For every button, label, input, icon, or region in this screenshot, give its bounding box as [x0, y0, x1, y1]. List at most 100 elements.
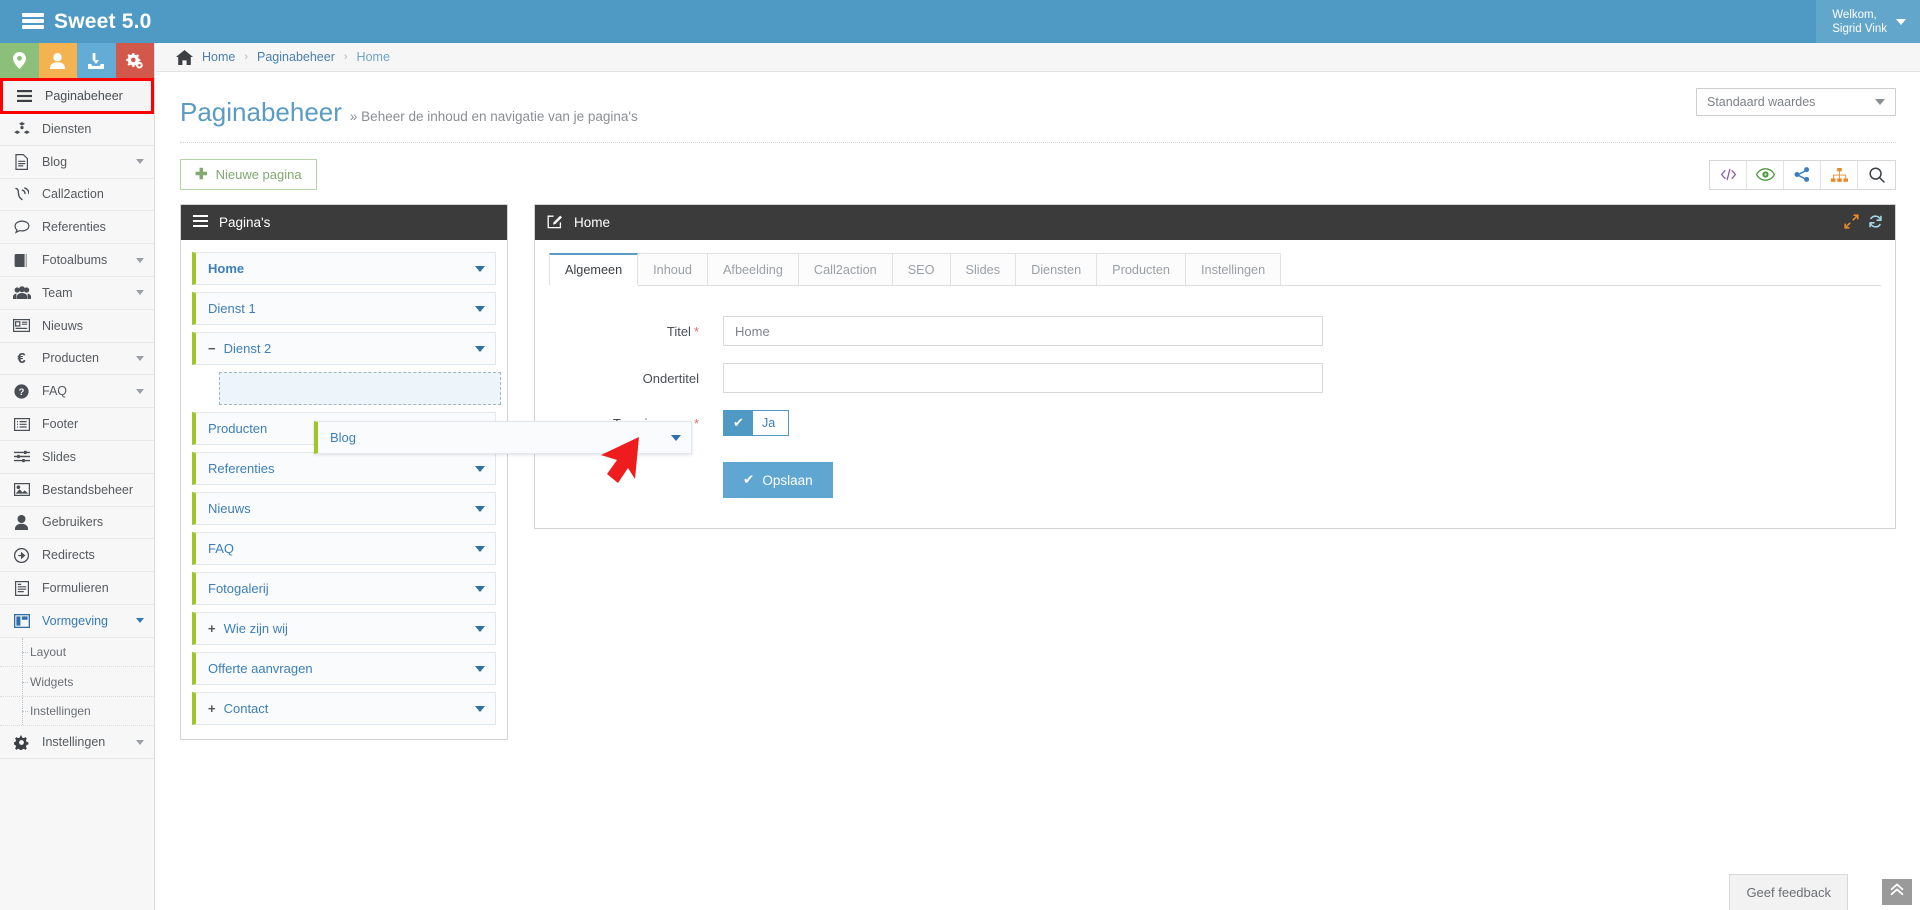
tab-afbeelding[interactable]: Afbeelding — [706, 253, 799, 285]
scroll-to-top-button[interactable] — [1882, 879, 1912, 905]
sidebar-subitem-layout[interactable]: Layout — [0, 637, 154, 668]
sidebar-item-redirects[interactable]: Redirects — [0, 539, 154, 573]
sidebar-item-gebruikers[interactable]: Gebruikers — [0, 506, 154, 540]
sidebar-item-vormgeving[interactable]: Vormgeving — [0, 604, 154, 638]
sidebar-item-fotoalbums[interactable]: Fotoalbums — [0, 244, 154, 277]
ondertitel-input[interactable] — [723, 363, 1323, 393]
plus-icon: ✚ — [195, 166, 208, 183]
image-icon — [12, 483, 31, 497]
toon-in-menu-value: Ja — [762, 416, 776, 430]
sidebar-item-footer[interactable]: Footer — [0, 408, 154, 441]
download-inbox-icon[interactable] — [77, 43, 116, 78]
caret-down-icon[interactable] — [475, 585, 485, 592]
table-row[interactable]: Home — [192, 252, 496, 285]
sidebar-item-label: Nieuws — [42, 318, 83, 333]
search-icon[interactable] — [1858, 161, 1895, 189]
breadcrumb-item-paginabeheer[interactable]: Paginabeheer — [257, 50, 335, 64]
sidebar-item-slides[interactable]: Slides — [0, 440, 154, 474]
sidebar-item-nieuws[interactable]: Nieuws — [0, 309, 154, 343]
check-icon: ✔ — [724, 411, 753, 435]
collapse-toggle-icon[interactable]: − — [208, 342, 216, 355]
sidebar-item-bestandsbeheer[interactable]: Bestandsbeheer — [0, 473, 154, 507]
titel-input[interactable] — [723, 316, 1323, 346]
pages-panel: Pagina's Home Dienst 1 − Dienst 2 Produc… — [180, 204, 508, 740]
brand-logo[interactable]: Sweet 5.0 — [0, 0, 190, 43]
cubes-icon — [12, 121, 31, 136]
user-icon — [12, 514, 31, 530]
expand-toggle-icon[interactable]: + — [208, 622, 216, 635]
user-menu[interactable]: Welkom, Sigrid Vink — [1816, 0, 1920, 43]
new-page-button[interactable]: ✚ Nieuwe pagina — [180, 159, 317, 190]
map-marker-icon[interactable] — [0, 43, 39, 78]
tab-seo[interactable]: SEO — [891, 253, 951, 285]
caret-down-icon[interactable] — [475, 705, 485, 712]
brand-title: Sweet 5.0 — [54, 9, 152, 33]
tab-slides[interactable]: Slides — [949, 253, 1017, 285]
sidebar-item-instellingen[interactable]: Instellingen — [0, 726, 154, 760]
table-row[interactable]: + Contact — [192, 692, 496, 725]
sidebar-item-call2action[interactable]: Call2action — [0, 178, 154, 212]
sidebar-item-blog[interactable]: Blog — [0, 145, 154, 179]
tab-inhoud[interactable]: Inhoud — [637, 253, 708, 285]
caret-down-icon[interactable] — [475, 345, 485, 352]
caret-down-icon[interactable] — [475, 665, 485, 672]
sidebar-item-paginabeheer[interactable]: Paginabeheer — [0, 78, 154, 114]
pages-panel-wrapper: Pagina's Home Dienst 1 − Dienst 2 Produc… — [180, 204, 508, 740]
tab-label: Call2action — [813, 263, 877, 277]
save-button[interactable]: ✔ Opslaan — [723, 462, 833, 498]
sidebar-item-label: Slides — [42, 449, 77, 464]
home-icon[interactable] — [176, 49, 193, 65]
expand-arrows-icon[interactable] — [1844, 213, 1859, 232]
sidebar-item-label: Gebruikers — [42, 515, 104, 530]
caret-down-icon[interactable] — [475, 505, 485, 512]
tab-producten[interactable]: Producten — [1096, 253, 1186, 285]
table-row[interactable]: + Wie zijn wij — [192, 612, 496, 645]
breadcrumb-item-current[interactable]: Home — [357, 50, 390, 64]
code-icon[interactable] — [1710, 160, 1747, 189]
sidebar-subitem-instellingen[interactable]: Instellingen — [0, 696, 154, 727]
tab-algemeen[interactable]: Algemeen — [549, 253, 639, 285]
table-row[interactable]: Offerte aanvragen — [192, 652, 496, 685]
tab-instellingen[interactable]: Instellingen — [1184, 253, 1282, 285]
eye-icon[interactable] — [1747, 160, 1784, 189]
page-row-label: Referenties — [208, 461, 275, 476]
sidebar-item-team[interactable]: Team — [0, 276, 154, 310]
welcome-label: Welkom, — [1832, 8, 1877, 21]
table-row[interactable]: − Dienst 2 — [192, 332, 496, 365]
chevron-down-icon — [136, 290, 144, 296]
page-row-label: Fotogalerij — [208, 581, 269, 596]
feedback-button[interactable]: Geef feedback — [1729, 874, 1848, 910]
edit-tabs-wrap: Algemeen Inhoud Afbeelding Call2action S… — [535, 240, 1895, 528]
sidebar-item-formulieren[interactable]: Formulieren — [0, 572, 154, 605]
sidebar-item-label: Bestandsbeheer — [42, 482, 134, 497]
caret-down-icon[interactable] — [475, 545, 485, 552]
table-row[interactable]: Dienst 1 — [192, 292, 496, 325]
sidebar-item-diensten[interactable]: Diensten — [0, 113, 154, 146]
tab-call2action[interactable]: Call2action — [797, 253, 893, 285]
table-row[interactable]: Fotogalerij — [192, 572, 496, 605]
breadcrumb-item-home[interactable]: Home — [202, 50, 235, 64]
main-content: Paginabeheer » Beheer de inhoud en navig… — [156, 72, 1920, 910]
toon-in-menu-toggle[interactable]: ✔ Ja — [723, 410, 790, 436]
share-icon[interactable] — [1784, 160, 1821, 189]
user-icon[interactable] — [38, 43, 77, 78]
table-row[interactable]: Nieuws — [192, 492, 496, 525]
sidebar-item-producten[interactable]: € Producten — [0, 342, 154, 376]
table-row[interactable]: Referenties — [192, 452, 496, 485]
table-row[interactable]: FAQ — [192, 532, 496, 565]
tab-diensten[interactable]: Diensten — [1015, 253, 1098, 285]
preset-select[interactable]: Standaard waardes — [1696, 88, 1896, 116]
caret-down-icon[interactable] — [475, 265, 485, 272]
caret-down-icon[interactable] — [475, 305, 485, 312]
expand-toggle-icon[interactable]: + — [208, 702, 216, 715]
sidebar-item-referenties[interactable]: Referenties — [0, 211, 154, 245]
sidebar-subitem-widgets[interactable]: Widgets — [0, 667, 154, 697]
caret-down-icon[interactable] — [475, 465, 485, 472]
sitemap-icon[interactable] — [1821, 160, 1858, 189]
caret-down-icon[interactable] — [475, 625, 485, 632]
sidebar-item-faq[interactable]: ? FAQ — [0, 375, 154, 409]
newspaper-icon — [12, 319, 31, 333]
gears-icon[interactable] — [115, 43, 154, 78]
refresh-icon[interactable] — [1868, 214, 1883, 232]
sidebar-subitem-label: Widgets — [30, 674, 74, 689]
